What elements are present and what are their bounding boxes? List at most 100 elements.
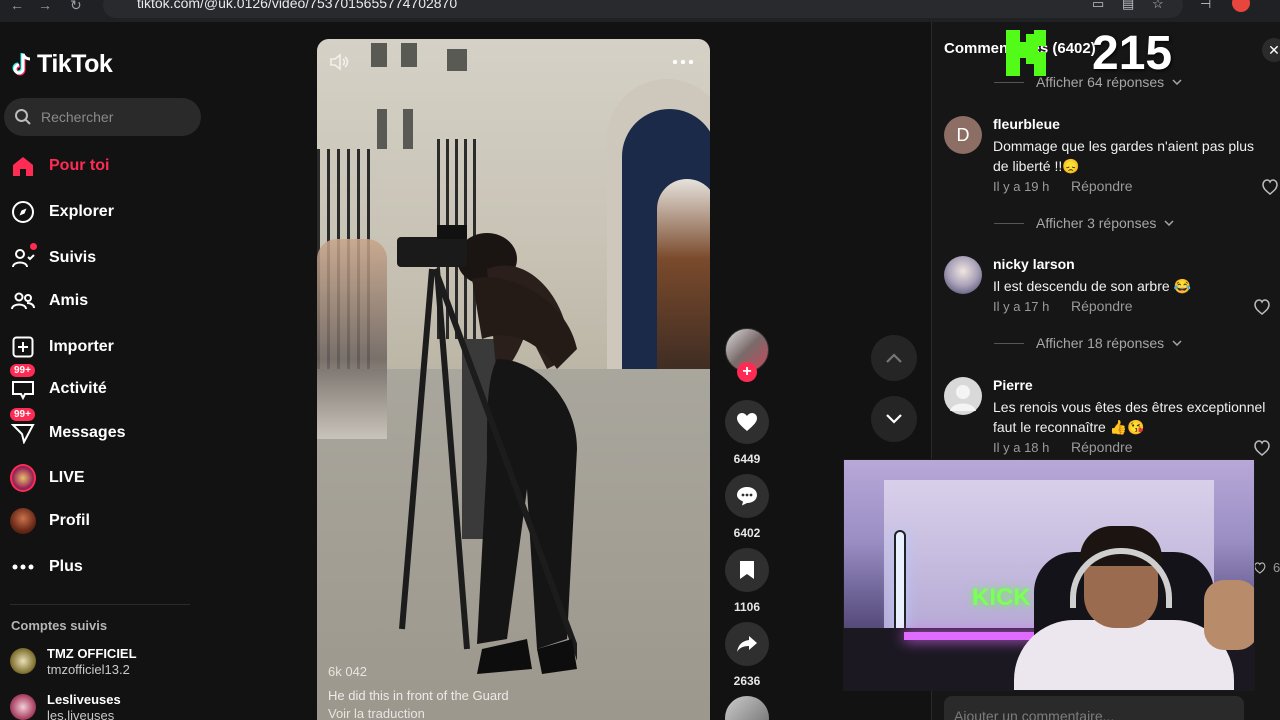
heart-icon[interactable]: [1254, 560, 1270, 576]
comment-avatar[interactable]: [944, 256, 982, 294]
tiktok-logo[interactable]: TikTok: [10, 50, 113, 79]
activity-icon: [10, 376, 36, 402]
heart-icon[interactable]: [1262, 179, 1280, 195]
show-replies-link[interactable]: Afficher 3 réponses: [994, 215, 1174, 231]
reply-button[interactable]: Répondre: [1071, 298, 1133, 314]
replies-divider: [994, 222, 1024, 224]
next-video-button[interactable]: [871, 396, 917, 442]
more-icon: [10, 554, 36, 580]
comment-item: D fleurbleue Dommage que les gardes n'ai…: [944, 116, 1280, 226]
sidebar-item-label: Suivis: [49, 249, 97, 266]
comment-input[interactable]: [954, 696, 1154, 720]
video-frame-guard-horse: [657, 179, 710, 379]
video-view-count: 6k 042: [328, 664, 368, 679]
comment-avatar[interactable]: D: [944, 116, 982, 154]
comment-text: Les renois vous êtes des êtres exception…: [993, 399, 1266, 435]
previous-video-button[interactable]: [871, 335, 917, 381]
follow-button[interactable]: +: [737, 362, 757, 382]
comment-username[interactable]: fleurbleue: [993, 116, 1060, 132]
share-button[interactable]: [725, 622, 769, 666]
url-text: tiktok.com/@uk.0126/video/75370156557747…: [137, 0, 458, 11]
save-count: 1106: [733, 600, 761, 614]
heart-icon[interactable]: [1254, 299, 1276, 315]
default-avatar-icon: [950, 385, 976, 411]
followed-account[interactable]: TMZ OFFICIEL tmzofficiel13.2: [10, 644, 200, 680]
bookmark-star-icon[interactable]: ☆: [1152, 0, 1164, 12]
messages-icon: [10, 420, 36, 446]
show-replies-link[interactable]: Afficher 18 réponses: [994, 335, 1182, 351]
followed-account[interactable]: Lesliveuses les.liveuses: [10, 690, 200, 720]
like-count: 6449: [733, 452, 761, 466]
share-icon: [737, 636, 757, 652]
avatar: [10, 694, 36, 720]
back-icon[interactable]: ←: [10, 0, 24, 13]
sidebar-divider: [10, 604, 190, 605]
comment-text: Il est descendu de son arbre 😂: [993, 278, 1191, 294]
webcam-lamp: [894, 530, 906, 640]
replies-divider: [994, 342, 1024, 344]
comment-input-box[interactable]: [944, 696, 1244, 720]
activity-badge: 99+: [10, 364, 35, 377]
browser-toolbar: ← → ↻ tiktok.com/@uk.0126/video/75370156…: [0, 0, 1280, 22]
sidebar-item-explorer[interactable]: Explorer: [0, 193, 200, 231]
webcam-overlay: KICK: [843, 459, 1255, 691]
kick-logo-icon: [1006, 30, 1046, 76]
sidebar-item-importer[interactable]: Importer: [0, 328, 200, 366]
comment-item: nicky larson Il est descendu de son arbr…: [944, 256, 1280, 346]
replies-divider: [994, 81, 1024, 83]
reply-button[interactable]: Répondre: [1071, 439, 1133, 455]
comment-button[interactable]: [725, 474, 769, 518]
video-frame-window: [403, 109, 413, 149]
show-replies-label: Afficher 3 réponses: [1036, 215, 1157, 231]
sidebar-item-plus[interactable]: Plus: [0, 548, 200, 586]
comment-username[interactable]: nicky larson: [993, 256, 1075, 272]
mute-icon[interactable]: [329, 53, 351, 71]
comment-item: Pierre Les renois vous êtes des êtres ex…: [944, 377, 1280, 467]
account-handle: tmzofficiel13.2: [47, 662, 130, 677]
chevron-down-icon: [1164, 220, 1174, 226]
account-name: Lesliveuses: [47, 692, 121, 707]
forward-icon[interactable]: →: [38, 0, 52, 13]
next-video-creator-avatar[interactable]: [725, 696, 769, 720]
sidebar-item-label: LIVE: [49, 469, 85, 486]
sidebar-item-amis[interactable]: Amis: [0, 282, 200, 320]
heart-icon: [737, 413, 757, 431]
sidebar-item-suivis[interactable]: Suivis: [0, 239, 200, 277]
comment-username[interactable]: Pierre: [993, 377, 1033, 393]
profile-avatar-icon[interactable]: [1232, 0, 1250, 12]
video-caption: He did this in front of the Guard: [328, 688, 509, 703]
chevron-down-icon: [1172, 340, 1182, 346]
comment-avatar[interactable]: [944, 377, 982, 415]
screen: ← → ↻ tiktok.com/@uk.0126/video/75370156…: [0, 0, 1280, 720]
sidebar-item-profil[interactable]: Profil: [0, 502, 200, 540]
search-input[interactable]: [41, 98, 191, 136]
search-box[interactable]: [4, 98, 201, 136]
sidebar-item-messages[interactable]: 99+ Messages: [0, 408, 200, 452]
bookmark-icon: [740, 561, 754, 579]
chevron-down-icon: [1172, 79, 1182, 85]
sidebar-item-activite[interactable]: 99+ Activité: [0, 364, 200, 408]
chevron-down-icon: [886, 414, 902, 424]
sidebar-item-live[interactable]: LIVE: [0, 459, 200, 497]
save-button[interactable]: [725, 548, 769, 592]
comment-icon: [737, 487, 757, 506]
like-button[interactable]: [725, 400, 769, 444]
reload-icon[interactable]: ↻: [70, 0, 82, 14]
video-frame-crowd: [317, 239, 387, 439]
sidebar-item-pour-toi[interactable]: Pour toi: [0, 147, 200, 185]
video-frame-window: [371, 43, 387, 67]
tiktok-note-icon: [12, 52, 31, 75]
video-frame-window: [377, 109, 387, 149]
video-player[interactable]: 6k 042 He did this in front of the Guard…: [317, 39, 710, 720]
close-icon[interactable]: ✕: [1262, 38, 1280, 62]
extensions-icon[interactable]: ⊣: [1200, 0, 1211, 12]
sidebar-item-label: Profil: [49, 512, 90, 529]
heart-icon[interactable]: [1254, 440, 1276, 456]
compass-icon: [10, 199, 36, 225]
cast-icon[interactable]: ▭: [1092, 0, 1104, 12]
comment-time: Il y a 17 h: [993, 299, 1050, 314]
reply-button[interactable]: Répondre: [1071, 178, 1133, 194]
video-more-icon[interactable]: [672, 59, 694, 65]
see-translation-link[interactable]: Voir la traduction: [328, 706, 425, 720]
translate-icon[interactable]: ▤: [1122, 0, 1134, 12]
